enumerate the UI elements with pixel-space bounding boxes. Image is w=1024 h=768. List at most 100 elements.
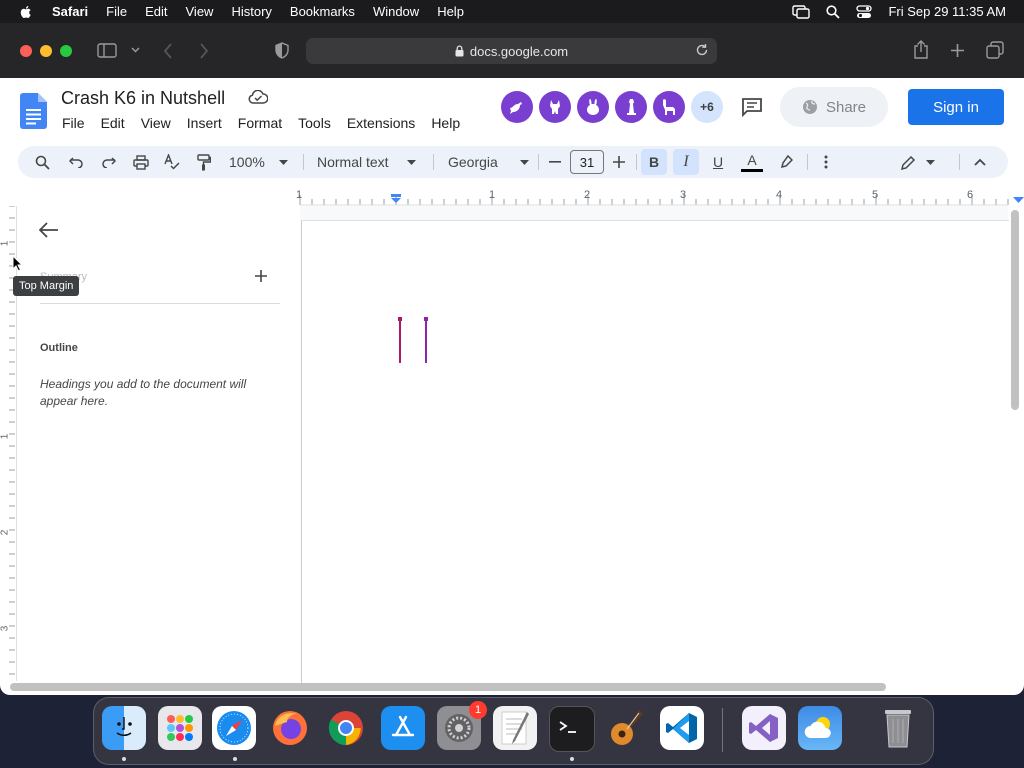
vscode-icon — [666, 713, 697, 743]
text-color-button[interactable]: A — [741, 146, 763, 178]
more-options-button[interactable] — [824, 146, 828, 178]
back-nav-icon[interactable] — [163, 43, 173, 59]
underline-button[interactable]: U — [713, 146, 723, 178]
menu-bookmarks[interactable]: Bookmarks — [290, 4, 355, 19]
document-title[interactable]: Crash K6 in Nutshell — [61, 88, 225, 109]
docs-menu-extensions[interactable]: Extensions — [347, 115, 415, 131]
avatar-anonymous-wolf[interactable] — [539, 91, 571, 123]
safari-toolbar: docs.google.com — [0, 23, 1024, 78]
avatar-anonymous-bird[interactable] — [501, 91, 533, 123]
zoom-window-button[interactable] — [60, 44, 72, 57]
share-button[interactable]: Share — [780, 87, 888, 127]
forward-nav-icon[interactable] — [199, 43, 209, 59]
menu-help[interactable]: Help — [437, 4, 464, 19]
chrome-icon — [328, 711, 363, 745]
horizontal-ruler[interactable]: 1 1 2 3 4 5 6 — [0, 183, 1024, 206]
font-size-input[interactable]: 31 — [570, 150, 604, 174]
more-vertical-icon — [824, 155, 828, 169]
minimize-window-button[interactable] — [40, 44, 52, 57]
bold-button[interactable]: B — [641, 149, 667, 175]
avatar-anonymous-rabbit[interactable] — [577, 91, 609, 123]
dock-visual-studio[interactable] — [742, 706, 786, 750]
sign-in-button[interactable]: Sign in — [908, 89, 1004, 125]
redo-button[interactable] — [101, 146, 116, 178]
more-collaborators-badge[interactable]: +6 — [691, 91, 723, 123]
add-summary-icon[interactable] — [255, 270, 267, 282]
left-indent-marker-icon[interactable] — [390, 194, 402, 203]
menu-view[interactable]: View — [186, 4, 214, 19]
right-indent-marker-icon[interactable] — [1013, 197, 1024, 203]
safari-window: docs.google.com Crash K6 in Nutshell Fil… — [0, 23, 1024, 695]
control-center-icon[interactable] — [856, 4, 873, 19]
print-button[interactable] — [133, 146, 149, 178]
docs-menu-insert[interactable]: Insert — [187, 115, 222, 131]
ruler-mark: 1 — [296, 189, 303, 201]
dock-app-store[interactable] — [381, 706, 425, 750]
search-menus-button[interactable] — [35, 146, 50, 178]
paragraph-style-value: Normal text — [317, 154, 389, 170]
avatar-anonymous-meerkat[interactable] — [615, 91, 647, 123]
menu-app-name[interactable]: Safari — [52, 4, 88, 19]
close-window-button[interactable] — [20, 44, 32, 57]
dock-firefox[interactable] — [268, 706, 312, 750]
new-tab-icon[interactable] — [950, 43, 965, 58]
docs-menu-edit[interactable]: Edit — [101, 115, 125, 131]
document-canvas[interactable] — [300, 206, 1009, 691]
reload-icon[interactable] — [695, 43, 709, 57]
screen-mirroring-icon[interactable] — [792, 4, 811, 19]
back-arrow-icon[interactable] — [39, 222, 59, 238]
italic-button[interactable]: I — [673, 149, 699, 175]
menu-clock[interactable]: Fri Sep 29 11:35 AM — [888, 4, 1006, 19]
dock-trash[interactable] — [876, 706, 920, 750]
document-page[interactable] — [301, 220, 1009, 691]
sidebar-toggle-icon[interactable] — [97, 43, 117, 58]
dock-garageband[interactable] — [604, 706, 648, 750]
dock-terminal[interactable] — [549, 706, 595, 752]
dock-textedit[interactable] — [493, 706, 537, 750]
privacy-shield-icon[interactable] — [275, 42, 289, 59]
spotlight-search-icon[interactable] — [826, 4, 841, 19]
hide-menus-button[interactable] — [974, 146, 986, 178]
dock-finder[interactable] — [102, 706, 146, 750]
vertical-scrollbar[interactable] — [1011, 210, 1019, 410]
notification-badge: 1 — [469, 701, 487, 719]
menu-edit[interactable]: Edit — [145, 4, 167, 19]
dropdown-arrow-icon — [406, 159, 416, 165]
spellcheck-button[interactable] — [164, 146, 180, 178]
undo-button[interactable] — [69, 146, 84, 178]
docs-menu-view[interactable]: View — [141, 115, 171, 131]
increase-font-size-button[interactable] — [613, 146, 625, 178]
dock-vscode[interactable] — [660, 706, 704, 750]
share-button-label: Share — [825, 98, 867, 116]
share-sheet-icon[interactable] — [913, 40, 929, 59]
font-select[interactable]: Georgia — [448, 146, 529, 178]
docs-menu-file[interactable]: File — [62, 115, 85, 131]
dock-chrome[interactable] — [324, 706, 368, 750]
highlight-color-button[interactable] — [779, 146, 793, 178]
editing-mode-select[interactable] — [901, 146, 935, 178]
docs-menu-format[interactable]: Format — [238, 115, 282, 131]
docs-menu-help[interactable]: Help — [431, 115, 460, 131]
zoom-select[interactable]: 100% — [229, 146, 288, 178]
chevron-down-icon[interactable] — [131, 47, 140, 53]
comment-history-icon[interactable] — [741, 97, 763, 117]
paint-format-button[interactable] — [197, 146, 211, 178]
menu-window[interactable]: Window — [373, 4, 419, 19]
docs-menu-tools[interactable]: Tools — [298, 115, 331, 131]
paragraph-style-select[interactable]: Normal text — [317, 146, 416, 178]
ruler-mark: 5 — [872, 189, 879, 201]
avatar-anonymous-llama[interactable] — [653, 91, 685, 123]
cloud-saved-icon[interactable] — [248, 90, 268, 104]
dock-weather[interactable] — [798, 706, 842, 750]
tab-overview-icon[interactable] — [986, 41, 1004, 59]
decrease-font-size-button[interactable] — [549, 146, 561, 178]
finder-icon — [116, 717, 132, 737]
menu-history[interactable]: History — [231, 4, 271, 19]
google-docs-logo-icon[interactable] — [20, 93, 47, 129]
apple-icon[interactable] — [18, 4, 34, 20]
dock-launchpad[interactable] — [158, 706, 202, 750]
dock-safari[interactable] — [212, 706, 256, 750]
address-bar[interactable]: docs.google.com — [306, 38, 717, 64]
menu-file[interactable]: File — [106, 4, 127, 19]
horizontal-scrollbar[interactable] — [10, 683, 886, 691]
